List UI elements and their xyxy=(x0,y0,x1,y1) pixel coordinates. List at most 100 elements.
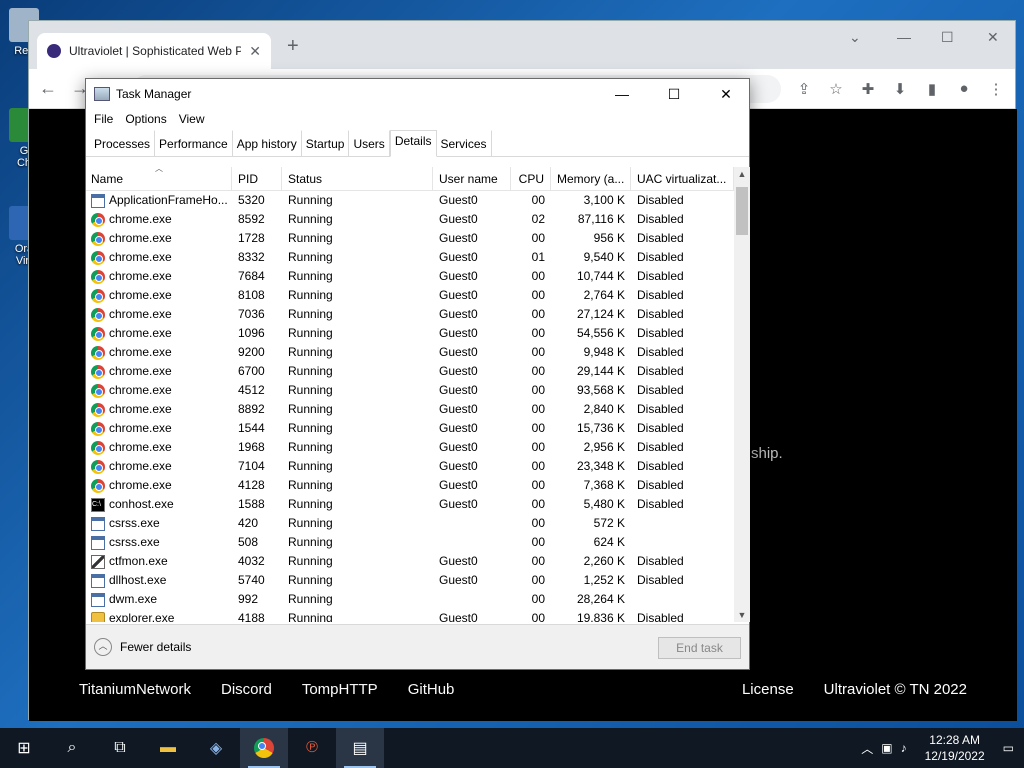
start-button[interactable]: ⊞ xyxy=(0,728,48,768)
process-name-cell: chrome.exe xyxy=(86,476,232,495)
cell-cpu: 00 xyxy=(531,421,545,435)
fewer-details-button[interactable]: ︿ Fewer details xyxy=(94,638,191,656)
search-icon[interactable]: ⌕ xyxy=(48,728,96,768)
close-icon[interactable]: ✕ xyxy=(703,79,749,109)
minimize-icon[interactable]: — xyxy=(599,79,645,109)
table-row[interactable]: ApplicationFrameHo... 5320 Running Guest0 00… xyxy=(86,191,734,210)
cell-uac: Disabled xyxy=(637,554,684,568)
table-row[interactable]: chrome.exe 8592 Running Guest0 02 87,116 K Dis… xyxy=(86,210,734,229)
table-row[interactable]: chrome.exe 4512 Running Guest0 00 93,568 K Dis… xyxy=(86,381,734,400)
tab-performance[interactable]: Performance xyxy=(155,130,233,156)
cell-status: Running xyxy=(288,459,333,473)
file-explorer-icon[interactable]: ▬ xyxy=(144,728,192,768)
clock[interactable]: 12:28 AM 12/19/2022 xyxy=(925,732,985,764)
p-app-icon[interactable]: ℗ xyxy=(288,728,336,768)
end-task-button[interactable]: End task xyxy=(658,637,741,659)
table-row[interactable]: chrome.exe 8108 Running Guest0 00 2,764 K Disa… xyxy=(86,286,734,305)
chrome-process-icon xyxy=(91,402,105,417)
browser-tab[interactable]: Ultraviolet | Sophisticated Web P ✕ xyxy=(37,33,271,69)
profile-icon[interactable]: ● xyxy=(955,80,973,97)
footer-link-tomphttp[interactable]: TompHTTP xyxy=(302,681,378,698)
table-row[interactable]: chrome.exe 9200 Running Guest0 00 9,948 K Disa… xyxy=(86,343,734,362)
table-row[interactable]: dllhost.exe 5740 Running Guest0 00 1,252 K Dis… xyxy=(86,571,734,590)
tab-app-history[interactable]: App history xyxy=(233,130,302,156)
table-row[interactable]: dwm.exe 992 Running 00 28,264 K xyxy=(86,590,734,609)
column-header-status[interactable]: Status xyxy=(282,167,433,191)
footer-link-github[interactable]: GitHub xyxy=(408,681,455,698)
process-name-cell: chrome.exe xyxy=(86,286,232,305)
column-header-pid[interactable]: PID xyxy=(232,167,282,191)
cell-cpu: 00 xyxy=(531,573,545,587)
task-view-icon[interactable]: ⧉ xyxy=(96,728,144,768)
footer-link-titaniumnetwork[interactable]: TitaniumNetwork xyxy=(79,681,191,698)
scroll-up-icon[interactable]: ▲ xyxy=(734,169,750,179)
process-name-cell: chrome.exe xyxy=(86,343,232,362)
cell-user xyxy=(433,590,511,609)
process-name: chrome.exe xyxy=(109,402,172,416)
close-browser-icon[interactable]: ✕ xyxy=(987,29,999,46)
table-row[interactable]: chrome.exe 7684 Running Guest0 00 10,744 K Dis… xyxy=(86,267,734,286)
footer-link-license[interactable]: License xyxy=(742,681,794,698)
table-row[interactable]: chrome.exe 1968 Running Guest0 00 2,956 K Disa… xyxy=(86,438,734,457)
chrome-icon[interactable] xyxy=(240,728,288,768)
table-row[interactable]: csrss.exe 420 Running 00 572 K xyxy=(86,514,734,533)
tab-services[interactable]: Services xyxy=(437,130,492,156)
task-manager-taskbar-icon[interactable]: ▤ xyxy=(336,728,384,768)
table-row[interactable]: ctfmon.exe 4032 Running Guest0 00 2,260 K Disa… xyxy=(86,552,734,571)
cell-mem: 624 K xyxy=(593,535,625,549)
menu-icon[interactable]: ⋮ xyxy=(987,80,1005,98)
new-tab-button[interactable]: + xyxy=(287,35,299,58)
column-header-uac[interactable]: UAC virtualizat... xyxy=(631,167,734,191)
column-header-memory[interactable]: Memory (a... xyxy=(551,167,631,191)
cell-pid: 1588 xyxy=(238,497,265,511)
back-icon[interactable]: ← xyxy=(39,78,57,99)
extensions-icon[interactable]: ✚ xyxy=(859,80,877,98)
menu-options[interactable]: Options xyxy=(125,112,166,126)
tab-search-icon[interactable]: ⌄ xyxy=(849,29,861,46)
table-row[interactable]: chrome.exe 1728 Running Guest0 00 956 K Disabl… xyxy=(86,229,734,248)
tab-startup[interactable]: Startup xyxy=(302,130,350,156)
table-row[interactable]: C:\ conhost.exe 1588 Running Guest0 00 5,480 K… xyxy=(86,495,734,514)
footer-right: License Ultraviolet © TN 2022 xyxy=(742,681,967,698)
table-row[interactable]: chrome.exe 7036 Running Guest0 00 27,124 K Dis… xyxy=(86,305,734,324)
tab-processes[interactable]: Processes xyxy=(90,130,156,156)
tab-details[interactable]: Details xyxy=(389,130,437,157)
table-row[interactable]: chrome.exe 1096 Running Guest0 00 54,556 K Dis… xyxy=(86,324,734,343)
minimize-browser-icon[interactable]: — xyxy=(897,29,911,45)
column-header-user-name[interactable]: User name xyxy=(433,167,511,191)
notifications-icon[interactable]: ▭ xyxy=(1003,741,1014,755)
share-icon[interactable]: ⇪ xyxy=(795,80,813,98)
table-row[interactable]: chrome.exe 1544 Running Guest0 00 15,736 K Dis… xyxy=(86,419,734,438)
maximize-icon[interactable]: ☐ xyxy=(651,79,697,109)
table-row[interactable]: explorer.exe 4188 Running Guest0 00 19,836 K D… xyxy=(86,609,734,622)
side-panel-icon[interactable]: ▮ xyxy=(923,80,941,98)
table-row[interactable]: chrome.exe 8332 Running Guest0 01 9,540 K Disa… xyxy=(86,248,734,267)
tab-users[interactable]: Users xyxy=(349,130,390,156)
table-row[interactable]: chrome.exe 6700 Running Guest0 00 29,144 K Dis… xyxy=(86,362,734,381)
cell-user: Guest0 xyxy=(439,383,478,397)
maximize-browser-icon[interactable]: ☐ xyxy=(941,29,954,46)
menu-file[interactable]: File xyxy=(94,112,113,126)
task-manager-titlebar[interactable]: Task Manager — ☐ ✕ xyxy=(86,79,749,109)
table-row[interactable]: chrome.exe 7104 Running Guest0 00 23,348 K Dis… xyxy=(86,457,734,476)
chrome-process-icon xyxy=(91,383,105,398)
close-tab-icon[interactable]: ✕ xyxy=(249,43,261,60)
footer-link-discord[interactable]: Discord xyxy=(221,681,272,698)
volume-icon[interactable]: ♪ xyxy=(901,741,907,755)
table-row[interactable]: chrome.exe 8892 Running Guest0 00 2,840 K Disa… xyxy=(86,400,734,419)
menu-view[interactable]: View xyxy=(179,112,205,126)
show-hidden-icons-icon[interactable]: ︿ xyxy=(861,740,873,757)
download-icon[interactable]: ⬇ xyxy=(891,80,909,98)
table-row[interactable]: chrome.exe 4128 Running Guest0 00 7,368 K Disa… xyxy=(86,476,734,495)
cell-status: Running xyxy=(288,383,333,397)
vertical-scrollbar[interactable]: ▲ ▼ xyxy=(734,167,750,622)
network-icon[interactable]: ▣ xyxy=(881,741,892,755)
cell-mem: 2,956 K xyxy=(583,440,625,454)
scroll-down-icon[interactable]: ▼ xyxy=(734,610,750,620)
table-row[interactable]: csrss.exe 508 Running 00 624 K xyxy=(86,533,734,552)
virtualbox-icon[interactable]: ◈ xyxy=(192,728,240,768)
cell-mem: 956 K xyxy=(593,231,625,245)
scroll-thumb[interactable] xyxy=(736,187,748,235)
column-header-cpu[interactable]: CPU xyxy=(511,167,551,191)
bookmark-star-icon[interactable]: ☆ xyxy=(827,80,845,98)
